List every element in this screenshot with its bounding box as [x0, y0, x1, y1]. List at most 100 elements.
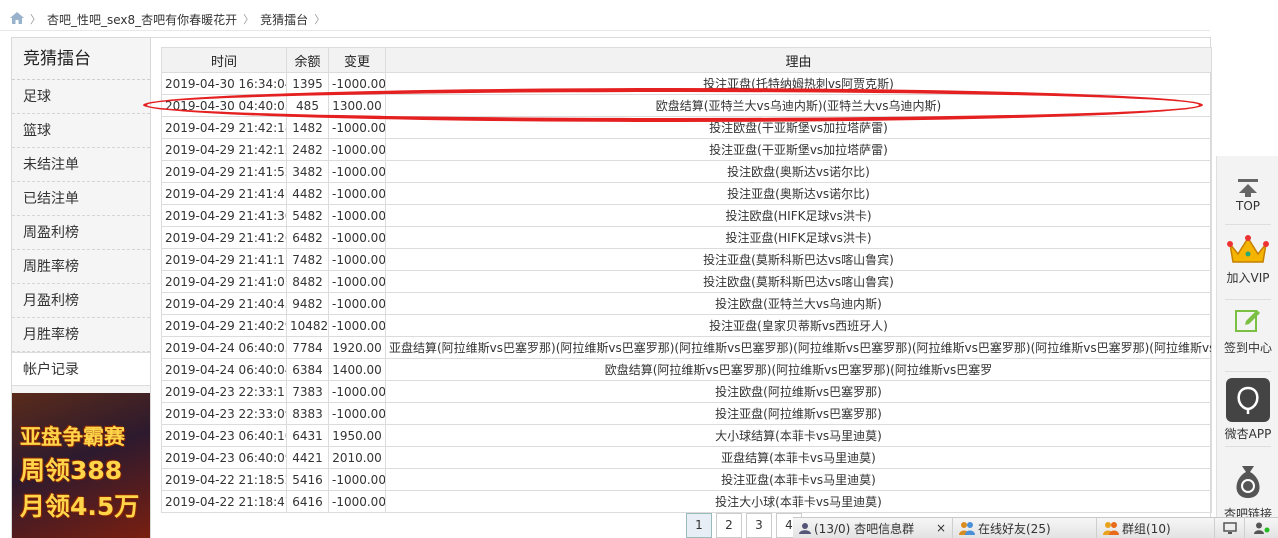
cell-time: 2019-04-29 21:41:26 — [161, 226, 287, 249]
cell-balance: 1482 — [286, 116, 329, 139]
table-header-row: 时间 余额 变更 理由 — [161, 47, 1212, 73]
cell-change: -1000.00 — [328, 72, 386, 95]
cell-change: 1300.00 — [328, 94, 386, 117]
groups-label: 群组(10) — [1122, 521, 1171, 536]
sidebar-item-unsettled[interactable]: 未结注单 — [12, 148, 150, 182]
sidebar-item-month-winrate[interactable]: 月胜率榜 — [12, 318, 150, 352]
breadcrumb-item-section[interactable]: 竞猜擂台 — [260, 11, 308, 28]
status-person-icon — [1253, 522, 1269, 534]
table-body: 2019-04-30 16:34:04 1395 -1000.00 投注亚盘(托特纳姆… — [161, 72, 1212, 513]
arrow-up-icon — [1238, 179, 1258, 197]
online-friends-tab[interactable]: 在线好友(25) — [953, 517, 1097, 538]
cell-reason: 投注欧盘(奥斯达vs诺尔比) — [385, 160, 1212, 183]
sidebar-item-account-records[interactable]: 帐户记录 — [12, 352, 150, 386]
table-row: 2019-04-29 21:42:18 1482 -1000.00 投注欧盘(干亚斯堡… — [161, 116, 1212, 139]
table-row: 2019-04-29 21:40:29 10482 -1000.00 投注亚盘(皇家贝… — [161, 314, 1212, 337]
cell-time: 2019-04-23 22:33:09 — [161, 402, 287, 425]
sidebar-item-month-profit[interactable]: 月盈利榜 — [12, 284, 150, 318]
cell-reason: 投注亚盘(干亚斯堡vs加拉塔萨雷) — [385, 138, 1212, 161]
breadcrumb-separator: 〉 — [30, 13, 41, 26]
table-row: 2019-04-29 21:41:30 5482 -1000.00 投注欧盘(HIFK… — [161, 204, 1212, 227]
cell-time: 2019-04-29 21:41:30 — [161, 204, 287, 227]
banner-line-3: 月领4.5万 — [20, 492, 140, 521]
table-row: 2019-04-23 22:33:09 8383 -1000.00 投注亚盘(阿拉维斯… — [161, 402, 1212, 425]
app-label: 微杏APP — [1224, 427, 1272, 441]
sidebar-item-basketball[interactable]: 篮球 — [12, 114, 150, 148]
table-row: 2019-04-24 06:40:05 7784 1920.00 亚盘结算(阿拉维斯v… — [161, 336, 1212, 359]
promo-banner[interactable]: 亚盘争霸赛 周领388 月领4.5万 — [12, 393, 150, 538]
cell-change: -1000.00 — [328, 160, 386, 183]
sidebar-item-week-winrate[interactable]: 周胜率榜 — [12, 250, 150, 284]
cell-time: 2019-04-24 06:40:05 — [161, 336, 287, 359]
cell-reason: 投注亚盘(本菲卡vs马里迪莫) — [385, 468, 1212, 491]
table-row: 2019-04-23 06:40:10 6431 1950.00 大小球结算(本菲卡v… — [161, 424, 1212, 447]
table-row: 2019-04-30 16:34:04 1395 -1000.00 投注亚盘(托特纳姆… — [161, 72, 1212, 95]
cell-time: 2019-04-29 21:42:12 — [161, 138, 287, 161]
table-row: 2019-04-29 21:40:45 9482 -1000.00 投注欧盘(亚特兰大… — [161, 292, 1212, 315]
cell-reason: 投注亚盘(莫斯科斯巴达vs喀山鲁宾) — [385, 248, 1212, 271]
cell-reason: 投注亚盘(阿拉维斯vs巴塞罗那) — [385, 402, 1212, 425]
cell-reason: 投注大小球(本菲卡vs马里迪莫) — [385, 490, 1212, 513]
cell-reason: 欧盘结算(亚特兰大vs乌迪内斯)(亚特兰大vs乌迪内斯) — [385, 94, 1212, 117]
sidebar-item-settled[interactable]: 已结注单 — [12, 182, 150, 216]
cell-reason: 投注欧盘(亚特兰大vs乌迪内斯) — [385, 292, 1212, 315]
cell-time: 2019-04-29 21:41:47 — [161, 182, 287, 205]
join-vip-button[interactable]: 加入VIP — [1217, 234, 1278, 286]
status-button[interactable] — [1245, 518, 1278, 538]
page-button-1[interactable]: 1 — [686, 513, 712, 538]
group-icon — [1103, 522, 1119, 535]
cell-change: -1000.00 — [328, 138, 386, 161]
cell-change: -1000.00 — [328, 204, 386, 227]
cell-change: 1400.00 — [328, 358, 386, 381]
table-row: 2019-04-29 21:41:26 6482 -1000.00 投注亚盘(HIFK… — [161, 226, 1212, 249]
back-to-top-button[interactable]: TOP — [1217, 178, 1278, 213]
chat-group-tab[interactable]: (13/0) 杏吧信息群 × — [793, 517, 953, 538]
page-button-2[interactable]: 2 — [716, 513, 742, 538]
cell-time: 2019-04-29 21:41:11 — [161, 248, 287, 271]
toolbar-divider — [1225, 224, 1271, 225]
cell-balance: 1395 — [286, 72, 329, 95]
cell-time: 2019-04-24 06:40:04 — [161, 358, 287, 381]
toolbar-divider — [1225, 371, 1271, 372]
cell-balance: 7784 — [286, 336, 329, 359]
header-divider — [0, 30, 1210, 31]
column-header-reason: 理由 — [385, 47, 1212, 73]
money-bag-icon — [1236, 466, 1260, 498]
cell-reason: 投注欧盘(干亚斯堡vs加拉塔萨雷) — [385, 116, 1212, 139]
cell-change: -1000.00 — [328, 182, 386, 205]
cell-time: 2019-04-30 16:34:04 — [161, 72, 287, 95]
crown-icon — [1227, 235, 1269, 263]
sidebar-item-football[interactable]: 足球 — [12, 80, 150, 114]
cell-change: -1000.00 — [328, 468, 386, 491]
cell-reason: 大小球结算(本菲卡vs马里迪莫) — [385, 424, 1212, 447]
groups-tab[interactable]: 群组(10) — [1097, 517, 1215, 538]
app-button[interactable]: 微杏APP — [1217, 378, 1278, 442]
cell-reason: 投注亚盘(托特纳姆热刺vs阿贾克斯) — [385, 72, 1212, 95]
notify-button[interactable] — [1215, 517, 1245, 538]
cell-reason: 投注亚盘(奥斯达vs诺尔比) — [385, 182, 1212, 205]
app-logo-icon — [1226, 378, 1270, 422]
checkin-center-button[interactable]: 签到中心 — [1217, 306, 1278, 356]
home-icon[interactable] — [10, 11, 24, 27]
breadcrumb-item-forum[interactable]: 杏吧_性吧_sex8_杏吧有你春暖花开 — [47, 11, 237, 28]
cell-time: 2019-04-22 21:18:52 — [161, 468, 287, 491]
cell-balance: 4482 — [286, 182, 329, 205]
sidebar-title: 竞猜擂台 — [12, 38, 150, 80]
cell-balance: 5416 — [286, 468, 329, 491]
link-button[interactable]: 杏吧链接 — [1217, 462, 1278, 522]
column-header-time: 时间 — [161, 47, 287, 73]
cell-reason: 投注欧盘(阿拉维斯vs巴塞罗那) — [385, 380, 1212, 403]
cell-balance: 5482 — [286, 204, 329, 227]
user-icon — [799, 523, 811, 534]
table-row: 2019-04-24 06:40:04 6384 1400.00 欧盘结算(阿拉维斯v… — [161, 358, 1212, 381]
cell-balance: 485 — [286, 94, 329, 117]
page: 〉 杏吧_性吧_sex8_杏吧有你春暖花开 〉 竞猜擂台 〉 竞猜擂台 足球 篮… — [0, 0, 1278, 538]
cell-time: 2019-04-23 06:40:10 — [161, 424, 287, 447]
chat-bar: (13/0) 杏吧信息群 × 在线好友(25) 群组(10) — [793, 517, 1278, 538]
account-records-table: 时间 余额 变更 理由 2019-04-30 16:34:04 1395 -1000… — [161, 47, 1212, 513]
sidebar-item-week-profit[interactable]: 周盈利榜 — [12, 216, 150, 250]
table-row: 2019-04-22 21:18:47 6416 -1000.00 投注大小球(本菲卡… — [161, 490, 1212, 513]
close-icon[interactable]: × — [936, 521, 946, 535]
page-button-3[interactable]: 3 — [746, 513, 772, 538]
cell-reason: 投注欧盘(莫斯科斯巴达vs喀山鲁宾) — [385, 270, 1212, 293]
